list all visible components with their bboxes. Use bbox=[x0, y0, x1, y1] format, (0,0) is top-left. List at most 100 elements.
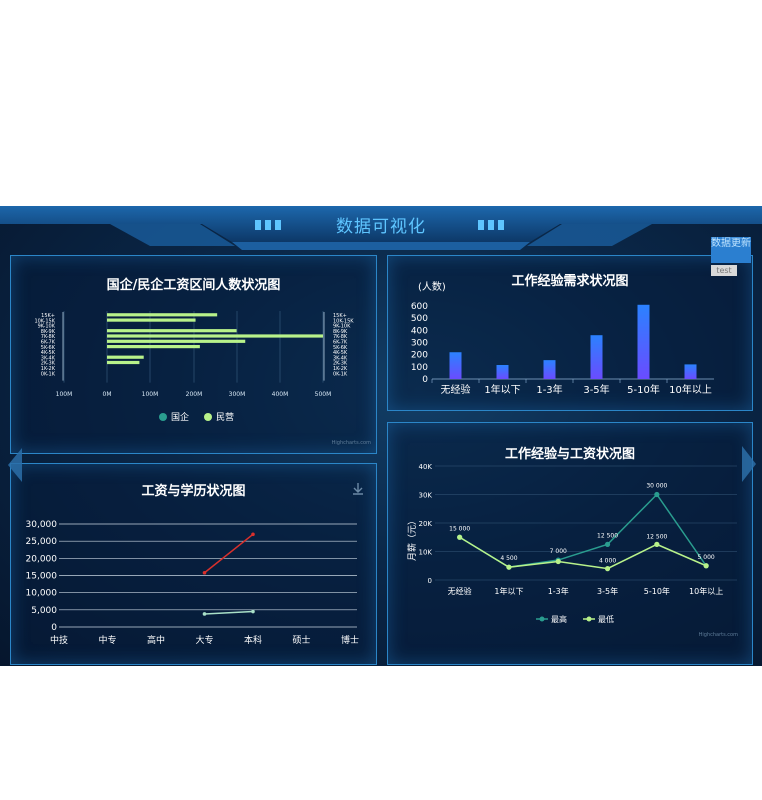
chart2-bar bbox=[637, 304, 650, 379]
chart4-legend-label: 最高 bbox=[551, 614, 567, 624]
chart2-y-label: (人数) bbox=[418, 280, 446, 293]
chart2-x-tick: 1-3年 bbox=[536, 383, 562, 396]
chart4-y-label: 月薪（元） bbox=[406, 516, 418, 561]
chart4-point bbox=[703, 563, 709, 569]
chart4-y-tick: 40K bbox=[419, 463, 433, 471]
chart3-x-tick: 博士 bbox=[341, 634, 359, 646]
chart3-x-tick: 高中 bbox=[147, 634, 165, 646]
chart3-svg: 0 5,000 10,000 15,000 20,000 25,000 30,000 中技 中专… bbox=[26, 520, 360, 646]
chart4-point bbox=[604, 566, 611, 572]
chart4-data-label: 4 000 bbox=[599, 558, 616, 565]
chart3-y-tick: 15,000 bbox=[26, 572, 58, 582]
chart4-data-label: 15 000 bbox=[449, 525, 470, 532]
chart4-data-label: 30 000 bbox=[646, 483, 667, 490]
chart2-x-tick: 10年以上 bbox=[669, 383, 712, 396]
chart2-y-tick: 400 bbox=[411, 326, 428, 336]
chart3-point bbox=[251, 609, 255, 614]
chart4-y-tick: 30K bbox=[419, 492, 433, 500]
chart3-y-tick: 20,000 bbox=[26, 554, 58, 564]
chart2-bar bbox=[449, 352, 462, 379]
chart4-legend-label: 最低 bbox=[598, 614, 614, 624]
chart1-bar bbox=[107, 313, 218, 317]
chart1-x-tick: 400M bbox=[272, 391, 289, 398]
chart1-x-tick: 300M bbox=[229, 391, 246, 398]
chart1-legend-label: 民营 bbox=[216, 411, 234, 423]
dashboard: 数据可视化 国企/民企工资区间人数状况图 100M 0M 100M 200M 300M 4… bbox=[0, 206, 762, 666]
chart2-svg: (人数) 0 100 200 300 400 500 600 无经验 1年以下 1-3年 3-5年 5-… bbox=[411, 280, 714, 396]
chart1-bar bbox=[107, 334, 323, 338]
chart3-x-tick: 大专 bbox=[195, 634, 213, 646]
chart4-data-label: 12 500 bbox=[646, 533, 667, 540]
chart4-point bbox=[654, 491, 660, 498]
chart4-point bbox=[555, 558, 561, 565]
chart4-series-line bbox=[459, 493, 707, 568]
chart1-bar bbox=[107, 345, 200, 349]
panel-experience-demand: 工作经验需求状况图 (人数) 0 100 200 300 400 500 600 无经验 1年以下… bbox=[387, 255, 753, 411]
chart3-point bbox=[251, 532, 255, 537]
chart2-x-tick: 3-5年 bbox=[583, 383, 609, 396]
chart4-y-tick: 20K bbox=[419, 520, 433, 528]
chart4-point bbox=[604, 541, 611, 547]
chart3-x-tick: 硕士 bbox=[292, 634, 310, 646]
chart2-bar bbox=[684, 364, 697, 379]
chart4-credits: Highcharts.com bbox=[699, 632, 738, 638]
chart3-x-tick: 中技 bbox=[50, 634, 68, 646]
chart4-x-tick: 无经验 bbox=[448, 586, 472, 596]
chart4-data-label: 4 500 bbox=[500, 555, 517, 562]
chart1-bar bbox=[107, 360, 140, 365]
chart1-category-label: 0K-1K bbox=[41, 371, 56, 377]
chart1-legend-marker bbox=[159, 413, 167, 421]
chart1-bar bbox=[107, 329, 237, 333]
chart4-point bbox=[654, 541, 660, 547]
chart4-data-label: 7 000 bbox=[550, 548, 567, 555]
chart2-y-tick: 0 bbox=[422, 375, 428, 385]
chart2-y-tick: 500 bbox=[411, 314, 428, 324]
chart1-x-tick: 500M bbox=[315, 391, 332, 398]
chart3-x-tick: 中专 bbox=[98, 634, 116, 646]
chart1-bar bbox=[107, 339, 246, 343]
chart1-category-label-right: 0K-1K bbox=[333, 371, 348, 377]
chart4-x-tick: 10年以上 bbox=[689, 586, 723, 596]
panel-salary-range: 国企/民企工资区间人数状况图 100M 0M 100M 200M 300M 400M 500… bbox=[10, 255, 377, 454]
prev-arrow-icon[interactable] bbox=[8, 448, 24, 482]
chart4-y-tick: 0 bbox=[428, 577, 432, 585]
chart3-y-tick: 30,000 bbox=[26, 520, 58, 530]
chart2-x-tick: 1年以下 bbox=[484, 383, 520, 396]
chart1-x-tick: 100M bbox=[56, 391, 73, 398]
chart2-bar bbox=[496, 365, 509, 379]
chart2-y-tick: 600 bbox=[411, 302, 428, 312]
panel-salary-education: 工资与学历状况图 0 5,000 10,000 15,000 20,000 25,000 3… bbox=[10, 463, 377, 665]
chart3-x-tick: 本科 bbox=[244, 634, 262, 646]
chart1-x-tick: 100M bbox=[142, 391, 159, 398]
chart2-x-tick: 5-10年 bbox=[627, 383, 660, 396]
chart1-credits: Highcharts.com bbox=[332, 440, 371, 446]
chart2-x-tick: 无经验 bbox=[441, 383, 471, 396]
chart2-bar bbox=[590, 335, 603, 379]
chart4-data-label: 5 000 bbox=[698, 554, 715, 561]
chart4-point bbox=[457, 534, 463, 540]
chart3-series-line bbox=[204, 533, 254, 574]
chart4-legend-marker bbox=[539, 616, 545, 622]
chart3-y-tick: 0 bbox=[51, 623, 57, 633]
chart3-y-tick: 25,000 bbox=[26, 537, 58, 547]
data-update-button[interactable]: 数据更新 bbox=[711, 237, 751, 263]
chart4-x-tick: 1-3年 bbox=[548, 586, 569, 596]
chart1-svg: 100M 0M 100M 200M 300M 400M 500M15K+ 15K+10K-15… bbox=[34, 311, 371, 446]
chart4-y-tick: 10K bbox=[419, 549, 433, 557]
panel-experience-salary: 工作经验与工资状况图 0 10K 20K 30K 40K 月薪（元） 无经验 1年以下 1-3年… bbox=[387, 422, 753, 665]
chart4-legend-marker bbox=[586, 616, 592, 622]
test-button[interactable]: test bbox=[711, 265, 737, 276]
next-arrow-icon[interactable] bbox=[740, 446, 756, 482]
chart2-y-tick: 200 bbox=[411, 351, 428, 361]
chart2-y-tick: 300 bbox=[411, 339, 428, 349]
chart1-legend-label: 国企 bbox=[171, 411, 189, 423]
chart4-x-tick: 3-5年 bbox=[597, 586, 618, 596]
chart4-x-tick: 5-10年 bbox=[644, 586, 670, 596]
chart4-data-label: 12 500 bbox=[597, 532, 618, 539]
chart1-legend-marker bbox=[204, 413, 212, 421]
chart1-bar bbox=[107, 355, 144, 359]
chart3-series-line bbox=[204, 610, 254, 615]
chart4-point bbox=[506, 564, 512, 570]
chart2-bar bbox=[543, 360, 556, 379]
chart1-x-tick: 0M bbox=[103, 391, 112, 398]
